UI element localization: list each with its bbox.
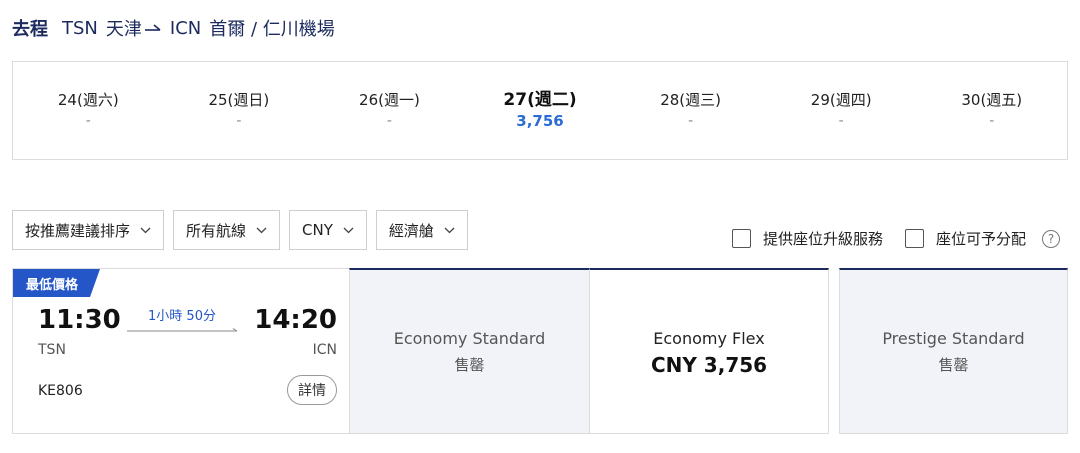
fare-price: 售罄 <box>454 355 485 374</box>
date-label: 25(週日) <box>208 90 270 109</box>
date-label: 26(週一) <box>359 90 420 109</box>
filter-bar: 按推薦建議排序 所有航線 CNY 經濟艙 <box>12 210 468 250</box>
routes-dropdown[interactable]: 所有航線 <box>173 210 281 250</box>
cabin-dropdown[interactable]: 經濟艙 <box>375 210 468 250</box>
flight-number: KE806 <box>38 383 83 399</box>
date-cell[interactable]: 25(週日) - <box>164 62 315 159</box>
fare-price: CNY 3,756 <box>650 352 768 377</box>
date-cell-selected[interactable]: 27(週二) 3,756 <box>465 62 616 159</box>
date-selector: 24(週六) - 25(週日) - 26(週一) - 27(週二) 3,756 … <box>12 61 1068 160</box>
date-cell[interactable]: 29(週四) - <box>766 62 917 159</box>
dest-code: ICN <box>169 17 202 39</box>
upgrade-label: 提供座位升級服務 <box>762 230 883 248</box>
currency-dropdown[interactable]: CNY <box>289 210 367 250</box>
fare-prestige-standard: Prestige Standard 售罄 <box>839 268 1068 434</box>
date-cell[interactable]: 28(週三) - <box>615 62 766 159</box>
flight-duration: 1小時 50分 <box>148 309 216 324</box>
route-header: 去程 TSN 天津 ICN 首爾 / 仁川機場 <box>12 14 335 42</box>
origin-name: 天津 <box>105 19 142 40</box>
fare-economy-flex[interactable]: Economy Flex CNY 3,756 <box>589 268 829 434</box>
departure-airport: TSN <box>38 342 66 358</box>
seat-assign-checkbox[interactable] <box>904 229 924 248</box>
date-price: - <box>688 112 694 129</box>
arrival-airport: ICN <box>312 342 337 358</box>
chevron-down-icon <box>343 227 354 233</box>
flight-info: 最低價格 11:30 1小時 50分 14:20 TSN ICN KE806 詳… <box>12 268 349 434</box>
fare-economy-standard: Economy Standard 售罄 <box>349 268 590 434</box>
fare-name: Economy Standard <box>393 328 546 348</box>
date-price: - <box>85 112 91 129</box>
flight-row: 最低價格 11:30 1小時 50分 14:20 TSN ICN KE806 詳… <box>12 268 1068 434</box>
departure-time: 11:30 <box>38 305 121 335</box>
fare-price: 售罄 <box>938 355 969 374</box>
date-cell[interactable]: 24(週六) - <box>13 62 164 159</box>
origin-code: TSN <box>62 17 98 39</box>
fare-name: Economy Flex <box>653 328 765 348</box>
date-label: 29(週四) <box>810 90 872 109</box>
options-bar: 提供座位升級服務 座位可予分配 ? <box>731 228 1060 249</box>
duration-arrow-icon <box>127 328 238 332</box>
direction-label: 去程 <box>12 19 48 40</box>
date-price: 3,756 <box>516 111 564 130</box>
details-button[interactable]: 詳情 <box>287 375 337 405</box>
date-price: - <box>838 112 844 129</box>
sort-label: 按推薦建議排序 <box>25 221 131 240</box>
chevron-down-icon <box>140 227 151 233</box>
date-label: 27(週二) <box>503 89 577 110</box>
date-label: 24(週六) <box>57 90 119 109</box>
arrow-right-icon <box>144 24 161 31</box>
chevron-down-icon <box>256 227 267 233</box>
cabin-label: 經濟艙 <box>388 221 434 240</box>
date-cell[interactable]: 30(週五) - <box>916 62 1067 159</box>
seat-assign-label: 座位可予分配 <box>935 230 1026 248</box>
date-label: 28(週三) <box>660 90 721 109</box>
date-price: - <box>386 112 392 129</box>
sort-dropdown[interactable]: 按推薦建議排序 <box>12 210 165 250</box>
upgrade-option[interactable]: 提供座位升級服務 <box>731 228 883 249</box>
routes-label: 所有航線 <box>186 221 247 240</box>
date-price: - <box>989 112 995 129</box>
date-price: - <box>236 112 242 129</box>
date-cell[interactable]: 26(週一) - <box>314 62 465 159</box>
chevron-down-icon <box>444 227 455 233</box>
lowest-price-badge: 最低價格 <box>13 269 100 297</box>
help-icon[interactable]: ? <box>1042 229 1060 248</box>
currency-label: CNY <box>302 221 333 239</box>
flight-selection-page: 去程 TSN 天津 ICN 首爾 / 仁川機場 24(週六) - 25(週日) … <box>0 0 1080 453</box>
upgrade-checkbox[interactable] <box>731 229 751 248</box>
seat-assign-option[interactable]: 座位可予分配 <box>904 228 1026 249</box>
date-label: 30(週五) <box>961 90 1023 109</box>
fare-name: Prestige Standard <box>882 328 1025 348</box>
arrival-time: 14:20 <box>254 305 337 335</box>
dest-name: 首爾 / 仁川機場 <box>209 19 335 40</box>
